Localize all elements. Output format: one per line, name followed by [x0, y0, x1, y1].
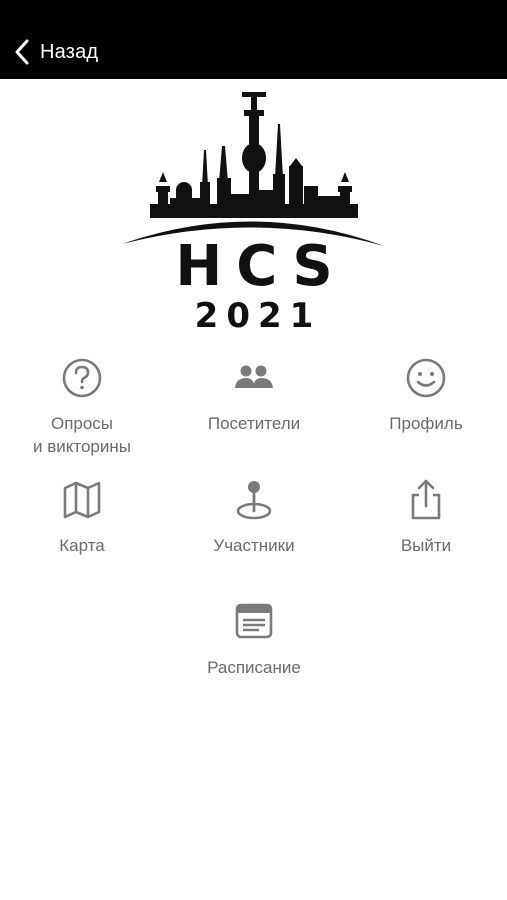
menu-item-map[interactable]: Карта [0, 478, 167, 557]
menu-label-map: Карта [59, 536, 105, 555]
menu-label-quizzes: Опросы и викторины [33, 414, 131, 456]
share-exit-icon [411, 479, 441, 520]
menu-label-participants: Участники [213, 536, 295, 555]
chevron-left-icon [15, 39, 29, 65]
menu-item-participants[interactable]: Участники [169, 478, 339, 557]
back-label: Назад [40, 40, 99, 63]
menu-label-visitors: Посетители [207, 414, 301, 433]
menu-label-schedule: Расписание [207, 658, 301, 677]
top-navigation-bar: Назад [0, 0, 507, 79]
hcs-logo: HCS 2021 [118, 86, 390, 336]
menu-item-schedule[interactable]: Расписание [169, 600, 339, 679]
menu-item-quizzes[interactable]: Опросы и викторины [0, 356, 167, 458]
schedule-card-icon [235, 603, 273, 639]
map-icon [63, 481, 101, 519]
logo-title: HCS [175, 234, 347, 299]
back-button[interactable]: Назад [12, 36, 98, 68]
menu-label-profile: Профиль [389, 414, 463, 433]
menu-label-logout: Выйти [400, 536, 452, 555]
location-pin-icon [236, 481, 272, 520]
menu-item-visitors[interactable]: Посетители [169, 356, 339, 435]
menu-item-profile[interactable]: Профиль [341, 356, 507, 435]
people-icon [235, 365, 273, 388]
menu-item-logout[interactable]: Выйти [341, 478, 507, 557]
question-circle-icon [62, 358, 102, 398]
smiley-face-icon [406, 358, 446, 398]
logo-year: 2021 [194, 296, 322, 336]
